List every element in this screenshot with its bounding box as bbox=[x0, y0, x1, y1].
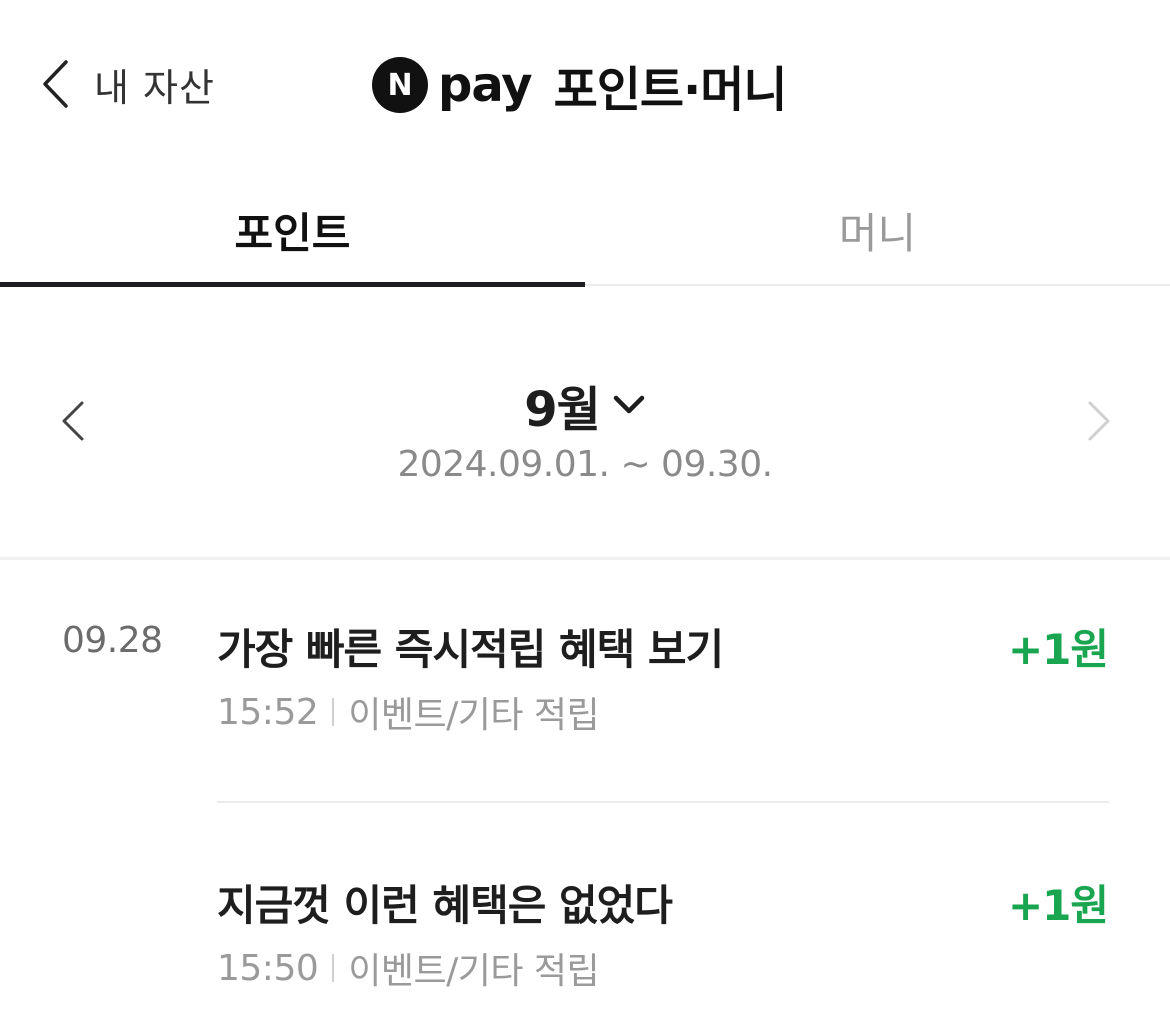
row-divider bbox=[217, 801, 1109, 803]
transaction-amount: +1원 bbox=[1007, 625, 1109, 674]
active-tab-indicator bbox=[0, 282, 585, 287]
transaction-row[interactable]: 지금껏 이런 혜택은 없었다 +1원 15:50 이벤트/기타 적립 bbox=[0, 866, 1170, 996]
transaction-title: 가장 빠른 즉시적립 혜택 보기 bbox=[217, 625, 724, 674]
tab-bar: 포인트 머니 bbox=[0, 178, 1170, 288]
meta-separator bbox=[332, 954, 335, 982]
brand-logo: N pay 포인트·머니 bbox=[372, 54, 788, 118]
next-month-button[interactable] bbox=[1086, 400, 1112, 442]
transaction-time: 15:52 bbox=[217, 691, 319, 733]
chevron-left-icon bbox=[43, 60, 68, 108]
meta-separator bbox=[332, 698, 335, 726]
transaction-category: 이벤트/기타 적립 bbox=[348, 951, 600, 992]
transaction-title: 지금껏 이런 혜택은 없었다 bbox=[217, 881, 673, 930]
back-label: 내 자산 bbox=[94, 65, 215, 110]
transaction-amount: +1원 bbox=[1007, 881, 1109, 930]
transaction-row[interactable]: 09.28 가장 빠른 즉시적립 혜택 보기 +1원 15:52 이벤트/기타 … bbox=[0, 610, 1170, 736]
pay-wordmark: pay bbox=[438, 57, 533, 113]
month-label: 9월 bbox=[524, 382, 601, 438]
back-button[interactable]: 내 자산 bbox=[40, 52, 215, 116]
transaction-category: 이벤트/기타 적립 bbox=[348, 695, 600, 736]
chevron-down-icon bbox=[613, 395, 645, 414]
page-title: 포인트·머니 bbox=[553, 62, 788, 118]
tab-money[interactable]: 머니 bbox=[585, 178, 1170, 282]
transaction-meta: 15:52 이벤트/기타 적립 bbox=[217, 686, 600, 738]
transaction-time: 15:50 bbox=[217, 947, 319, 989]
npay-n-logo: N bbox=[372, 57, 428, 113]
transaction-meta: 15:50 이벤트/기타 적립 bbox=[217, 942, 600, 994]
transaction-date: 09.28 bbox=[62, 620, 163, 661]
month-selector: 9월 2024.09.01. ~ 09.30. bbox=[0, 340, 1170, 510]
date-range: 2024.09.01. ~ 09.30. bbox=[397, 444, 773, 485]
tab-points[interactable]: 포인트 bbox=[0, 178, 585, 282]
month-dropdown[interactable]: 9월 bbox=[0, 370, 1170, 440]
header: 내 자산 N pay 포인트·머니 bbox=[0, 0, 1170, 170]
section-divider bbox=[0, 557, 1170, 560]
